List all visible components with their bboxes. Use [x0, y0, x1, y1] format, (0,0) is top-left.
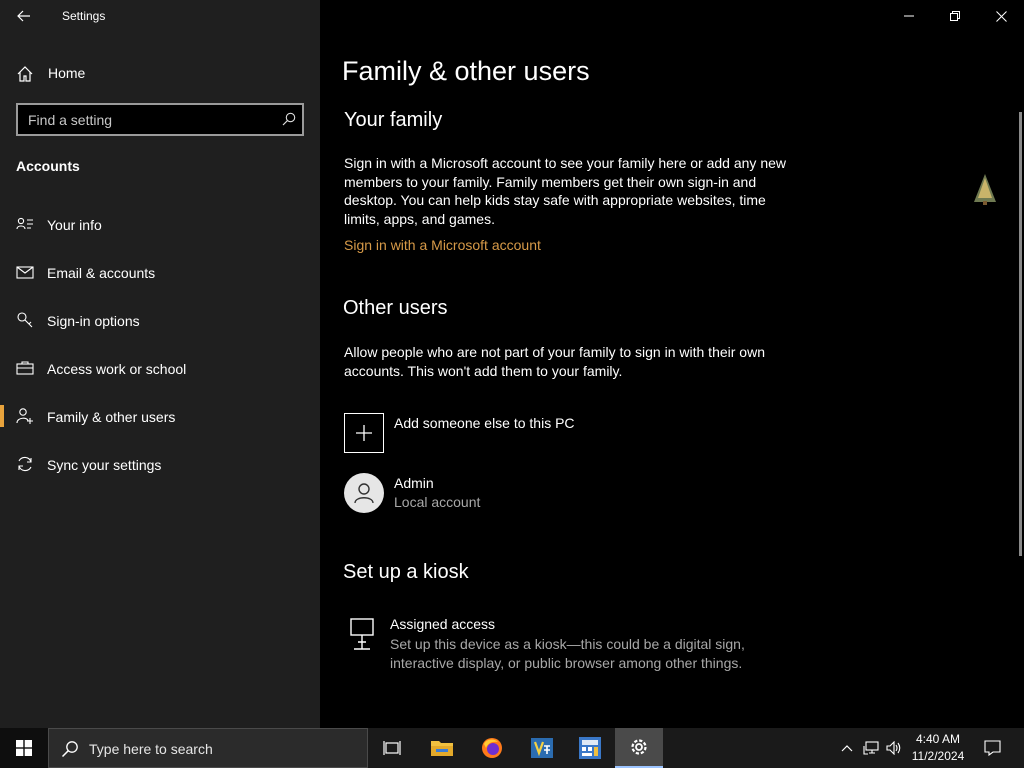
sidebar-item-email-accounts[interactable]: Email & accounts [0, 248, 320, 296]
show-hidden-icons-button[interactable] [836, 728, 858, 768]
sidebar: Settings Home Accounts Your info [0, 0, 320, 728]
taskbar: Type here to search 4:40 AM 11/2/2024 [0, 728, 1024, 768]
home-label: Home [48, 65, 86, 81]
close-icon [995, 10, 1007, 22]
person-add-icon [16, 408, 33, 424]
clock-date: 11/2/2024 [911, 749, 965, 763]
plus-icon [344, 413, 384, 453]
search-icon[interactable] [282, 112, 296, 126]
add-someone-button[interactable]: Add someone else to this PC [344, 412, 764, 454]
file-explorer-button[interactable] [418, 728, 466, 768]
network-button[interactable] [860, 728, 882, 768]
action-center-button[interactable] [978, 728, 1006, 768]
assigned-access-description: Set up this device as a kiosk—this could… [390, 636, 745, 671]
heading-set-up-kiosk: Set up a kiosk [343, 561, 469, 583]
sidebar-item-label: Email & accounts [47, 265, 156, 281]
section-label-accounts: Accounts [16, 158, 80, 174]
family-description: Sign in with a Microsoft account to see … [344, 155, 786, 227]
sidebar-item-label: Access work or school [47, 361, 187, 377]
accounts-nav: Your info Email & accounts Sign-in optio… [0, 200, 320, 488]
heading-your-family: Your family [344, 109, 443, 131]
mail-icon [16, 266, 34, 279]
settings-search[interactable] [16, 103, 304, 136]
clock[interactable]: 4:40 AM 11/2/2024 [904, 731, 972, 765]
firefox-button[interactable] [468, 728, 516, 768]
notification-icon [983, 740, 1001, 756]
main-content: Family & other users Your family Sign in… [320, 0, 1024, 728]
person-card-icon [16, 217, 33, 230]
network-icon [863, 741, 879, 755]
user-account-type: Local account [394, 494, 481, 510]
scrollbar[interactable] [1019, 112, 1022, 556]
volume-button[interactable] [883, 728, 905, 768]
settings-icon [631, 739, 647, 755]
task-view-icon [383, 741, 401, 755]
sidebar-item-sign-in-options[interactable]: Sign-in options [0, 296, 320, 344]
assigned-access-title: Assigned access [390, 616, 496, 632]
back-button[interactable] [8, 2, 40, 30]
visual-studio-icon [531, 738, 553, 758]
assigned-access-item[interactable]: Assigned access Set up this device as a … [346, 614, 786, 674]
visual-studio-button[interactable] [518, 728, 566, 768]
back-arrow-icon [17, 10, 30, 22]
briefcase-icon [16, 361, 34, 375]
volume-icon [886, 741, 901, 755]
sidebar-item-sync-settings[interactable]: Sync your settings [0, 440, 320, 488]
tree-icon [974, 174, 996, 205]
settings-search-input[interactable] [18, 105, 268, 134]
sidebar-item-your-info[interactable]: Your info [0, 200, 320, 248]
key-icon [17, 312, 33, 328]
start-button[interactable] [0, 728, 48, 768]
avatar [344, 473, 384, 513]
taskbar-search[interactable]: Type here to search [48, 728, 368, 768]
minimize-icon [904, 15, 914, 17]
chevron-up-icon [841, 745, 853, 752]
add-someone-label: Add someone else to this PC [394, 415, 575, 431]
user-item-admin[interactable]: Admin Local account [344, 472, 764, 514]
file-explorer-icon [431, 741, 453, 756]
restore-icon [950, 11, 960, 21]
firefox-icon [482, 738, 502, 758]
search-icon [61, 741, 78, 758]
sidebar-item-access-work-school[interactable]: Access work or school [0, 344, 320, 392]
app-title: Settings [62, 9, 106, 23]
clock-time: 4:40 AM [915, 732, 961, 746]
page-title: Family & other users [342, 56, 590, 86]
sidebar-item-label: Your info [47, 217, 102, 233]
restore-button[interactable] [932, 0, 978, 32]
calculator-app-button[interactable] [566, 728, 614, 768]
settings-app-button[interactable] [615, 728, 663, 768]
close-button[interactable] [978, 0, 1024, 32]
windows-logo-icon [16, 740, 32, 756]
minimize-button[interactable] [886, 0, 932, 32]
sidebar-item-label: Sync your settings [47, 457, 162, 473]
window-controls [886, 0, 1024, 32]
home-icon [17, 66, 33, 82]
taskbar-search-placeholder: Type here to search [89, 741, 213, 757]
sidebar-item-label: Sign-in options [47, 313, 140, 329]
active-indicator [0, 405, 4, 427]
user-name: Admin [394, 475, 434, 491]
sidebar-item-family-other-users[interactable]: Family & other users [0, 392, 320, 440]
heading-other-users: Other users [343, 297, 448, 319]
calculator-app-icon [579, 737, 601, 759]
other-users-description: Allow people who are not part of your fa… [344, 344, 765, 379]
title-bar: Settings [0, 0, 320, 32]
home-nav-item[interactable]: Home [0, 56, 320, 90]
sidebar-item-label: Family & other users [47, 409, 176, 425]
sync-icon [18, 456, 32, 472]
task-view-button[interactable] [368, 728, 416, 768]
sign-in-microsoft-link[interactable]: Sign in with a Microsoft account [344, 237, 541, 253]
kiosk-icon [350, 618, 374, 650]
user-icon [354, 483, 374, 504]
